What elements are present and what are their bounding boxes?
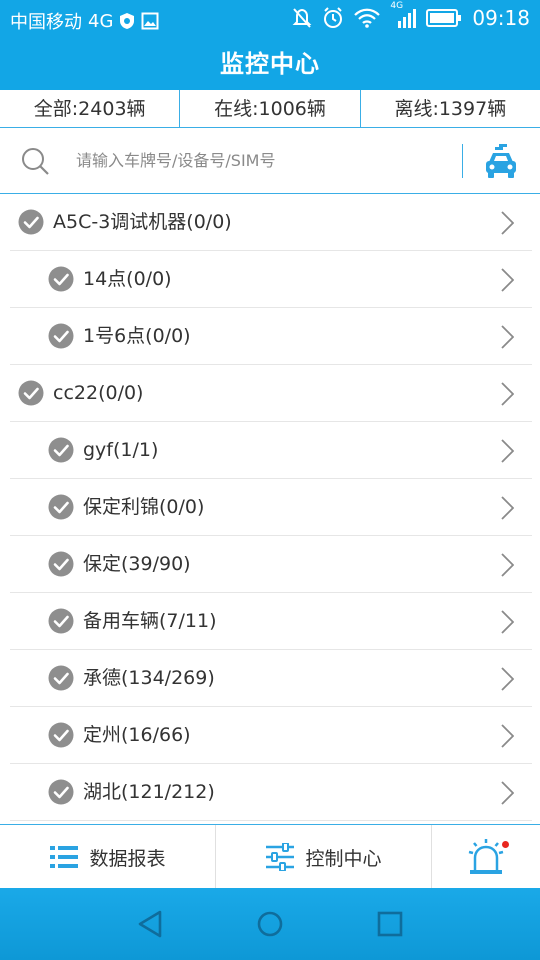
list-item[interactable]: 14点(0/0) — [0, 251, 540, 308]
list-item[interactable]: cc22(0/0) — [0, 365, 540, 422]
search-bar — [0, 128, 540, 194]
chevron-right-icon[interactable] — [500, 610, 514, 634]
chevron-right-icon[interactable] — [500, 325, 514, 349]
stat-offline[interactable]: 离线:1397辆 — [359, 90, 540, 127]
app-header: 中国移动 4G 4G 09:18 监控中心 — [0, 0, 540, 90]
page-title: 监控中心 — [220, 50, 320, 78]
network-type: 4G — [88, 10, 114, 32]
list-item-label: 保定利锦(0/0) — [83, 496, 205, 518]
check-circle-icon[interactable] — [48, 665, 74, 691]
vehicle-stats: 全部:2403辆 在线:1006辆 离线:1397辆 — [0, 90, 540, 128]
tab-data-report[interactable]: 数据报表 — [0, 825, 215, 889]
bottom-tabs: 数据报表 控制中心 — [0, 824, 540, 889]
list-item[interactable]: 承德(134/269) — [0, 650, 540, 707]
alarm-icon — [324, 7, 343, 28]
status-left: 中国移动 4G — [10, 8, 159, 34]
list-item-label: 14点(0/0) — [83, 268, 172, 290]
chevron-right-icon[interactable] — [500, 667, 514, 691]
list-item[interactable]: 定州(16/66) — [0, 707, 540, 764]
list-item-label: 湖北(121/212) — [83, 781, 215, 803]
status-bar: 中国移动 4G 4G 09:18 — [0, 0, 540, 38]
search-divider — [462, 144, 463, 178]
check-circle-icon[interactable] — [48, 779, 74, 805]
chevron-right-icon[interactable] — [500, 496, 514, 520]
check-circle-icon[interactable] — [48, 266, 74, 292]
chevron-right-icon[interactable] — [500, 268, 514, 292]
search-icon[interactable] — [20, 146, 50, 176]
home-icon[interactable] — [252, 906, 288, 942]
check-circle-icon[interactable] — [48, 722, 74, 748]
list-icon — [50, 846, 79, 868]
stat-online[interactable]: 在线:1006辆 — [179, 90, 359, 127]
sliders-icon — [266, 843, 295, 871]
list-item[interactable]: 1号6点(0/0) — [0, 308, 540, 365]
check-circle-icon[interactable] — [48, 494, 74, 520]
check-circle-icon[interactable] — [48, 323, 74, 349]
clock: 09:18 — [472, 6, 530, 30]
carrier-name: 中国移动 — [10, 12, 82, 33]
alarm-badge — [502, 841, 509, 848]
list-item-label: 保定(39/90) — [83, 553, 191, 575]
list-item-label: 备用车辆(7/11) — [83, 610, 217, 632]
chevron-right-icon[interactable] — [500, 382, 514, 406]
list-item[interactable]: 保定利锦(0/0) — [0, 479, 540, 536]
recents-icon[interactable] — [372, 906, 408, 942]
tab-data-report-label: 数据报表 — [89, 847, 166, 870]
tab-control-center[interactable]: 控制中心 — [215, 825, 431, 889]
chevron-right-icon[interactable] — [500, 724, 514, 748]
list-item[interactable]: 备用车辆(7/11) — [0, 593, 540, 650]
chevron-right-icon[interactable] — [500, 553, 514, 577]
list-item-label: A5C-3调试机器(0/0) — [53, 211, 232, 233]
list-item[interactable]: 湖北(121/212) — [0, 764, 540, 821]
list-item[interactable]: A5C-3调试机器(0/0) — [0, 194, 540, 251]
signal-group: 4G — [390, 1, 417, 29]
signal-icon — [398, 9, 417, 28]
check-circle-icon[interactable] — [18, 209, 44, 235]
list-item[interactable]: gyf(1/1) — [0, 422, 540, 479]
tab-control-center-label: 控制中心 — [305, 847, 382, 870]
list-item-label: 承德(134/269) — [83, 667, 215, 689]
shield-icon — [120, 13, 135, 29]
mute-icon — [292, 8, 312, 28]
list-item-label: gyf(1/1) — [83, 439, 159, 461]
tab-alarm[interactable] — [431, 825, 540, 889]
system-nav-bar — [0, 888, 540, 960]
check-circle-icon[interactable] — [48, 608, 74, 634]
group-list: A5C-3调试机器(0/0) 14点(0/0) 1号6点(0/0) cc22(0/0)… — [0, 194, 540, 824]
back-icon[interactable] — [132, 906, 168, 942]
check-circle-icon[interactable] — [48, 551, 74, 577]
image-icon — [141, 12, 159, 30]
check-circle-icon[interactable] — [48, 437, 74, 463]
row-divider — [10, 820, 532, 821]
list-item[interactable]: 保定(39/90) — [0, 536, 540, 593]
stat-all[interactable]: 全部:2403辆 — [0, 90, 179, 127]
battery-icon — [426, 9, 462, 27]
list-item-label: cc22(0/0) — [53, 382, 144, 404]
status-right: 4G 09:18 — [292, 1, 530, 30]
chevron-right-icon[interactable] — [500, 211, 514, 235]
alarm-light-icon — [468, 839, 504, 874]
check-circle-icon[interactable] — [18, 380, 44, 406]
list-item-label: 定州(16/66) — [83, 724, 191, 746]
chevron-right-icon[interactable] — [500, 439, 514, 463]
search-input[interactable] — [76, 142, 446, 178]
list-item-label: 1号6点(0/0) — [83, 325, 191, 347]
car-icon[interactable] — [482, 142, 520, 180]
wifi-icon — [354, 8, 381, 28]
chevron-right-icon[interactable] — [500, 781, 514, 805]
